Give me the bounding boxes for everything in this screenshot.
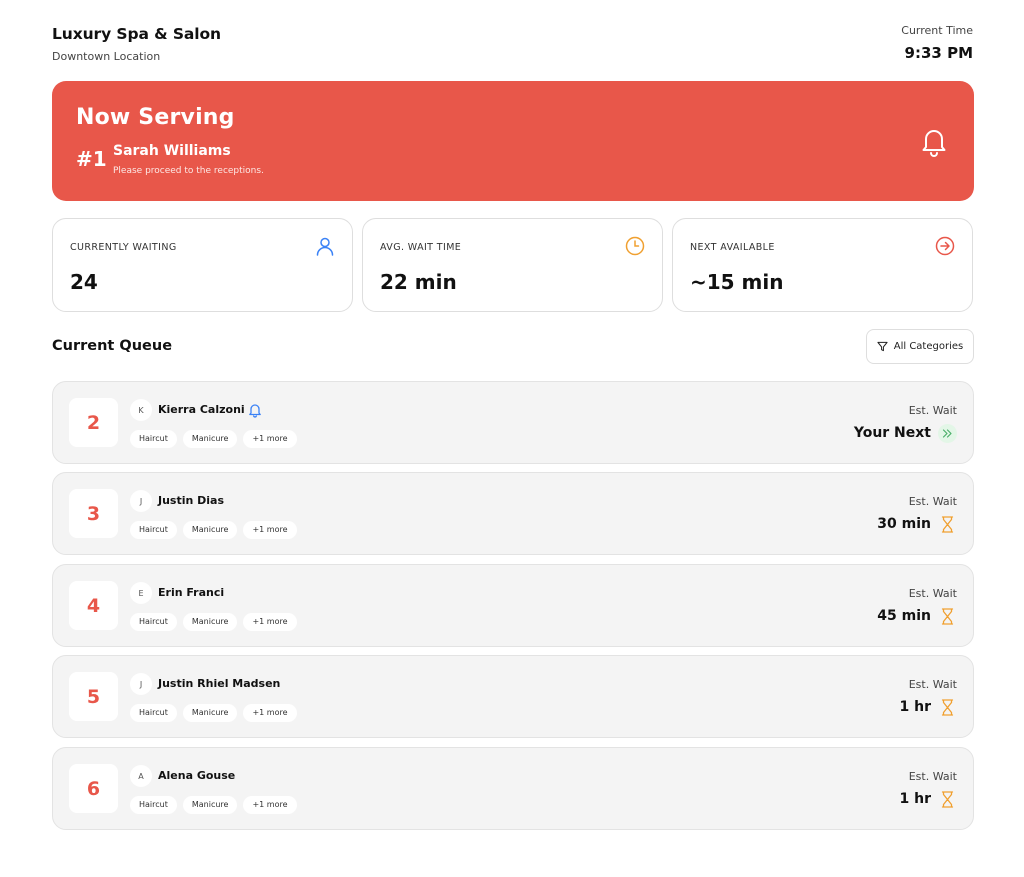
service-tag: Manicure (182, 704, 238, 722)
est-wait-label: Est. Wait (908, 678, 957, 691)
service-tags: Haircut Manicure +1 more (130, 704, 297, 722)
current-time-value: 9:33 PM (904, 44, 973, 62)
now-serving-banner: Now Serving #1 Sarah Williams Please pro… (52, 81, 974, 201)
customer-name: Kierra Calzoni (158, 403, 245, 416)
queue-title: Current Queue (52, 338, 173, 354)
service-tag: Haircut (130, 704, 177, 722)
stat-value: ~15 min (690, 270, 784, 294)
service-tags: Haircut Manicure +1 more (130, 521, 297, 539)
stat-label: NEXT AVAILABLE (690, 242, 775, 253)
queue-row[interactable]: 3 J Justin Dias Haircut Manicure +1 more… (52, 472, 974, 555)
stat-label: CURRENTLY WAITING (70, 242, 177, 253)
hourglass-icon (941, 516, 954, 533)
queue-number: 3 (69, 489, 118, 538)
business-name: Luxury Spa & Salon (52, 25, 221, 43)
user-icon (316, 237, 334, 256)
now-serving-heading: Now Serving (76, 105, 235, 130)
avatar: A (130, 765, 152, 787)
more-services-tag[interactable]: +1 more (243, 613, 297, 631)
stats-row: CURRENTLY WAITING 24 AVG. WAIT TIME 22 m… (52, 218, 974, 312)
hourglass-icon (941, 791, 954, 808)
arrow-right-circle-icon (935, 236, 955, 256)
bell-icon[interactable] (248, 402, 262, 418)
filter-icon (877, 341, 888, 352)
avatar: J (130, 490, 152, 512)
queue-row[interactable]: 6 A Alena Gouse Haircut Manicure +1 more… (52, 747, 974, 830)
stat-card-avg-wait: AVG. WAIT TIME 22 min (362, 218, 663, 312)
service-tag: Manicure (182, 430, 238, 448)
avatar: K (130, 399, 152, 421)
est-wait-value: 1 hr (899, 699, 932, 715)
avatar: E (130, 582, 152, 604)
service-tags: Haircut Manicure +1 more (130, 613, 297, 631)
now-serving-name: Sarah Williams (113, 143, 231, 159)
category-filter-button[interactable]: All Categories (866, 329, 974, 364)
avatar: J (130, 673, 152, 695)
current-time-label: Current Time (901, 24, 973, 37)
customer-name: Justin Dias (158, 494, 225, 507)
hourglass-icon (941, 608, 954, 625)
queue-row[interactable]: 4 E Erin Franci Haircut Manicure +1 more… (52, 564, 974, 647)
est-wait-label: Est. Wait (908, 587, 957, 600)
est-wait-label: Est. Wait (908, 770, 957, 783)
service-tag: Manicure (182, 613, 238, 631)
est-wait-value: 1 hr (899, 791, 932, 807)
hourglass-icon (941, 699, 954, 716)
queue-row[interactable]: 5 J Justin Rhiel Madsen Haircut Manicure… (52, 655, 974, 738)
service-tag: Haircut (130, 521, 177, 539)
queue-number: 6 (69, 764, 118, 813)
now-serving-number: #1 (76, 147, 107, 171)
queue-number: 5 (69, 672, 118, 721)
stat-card-next-available: NEXT AVAILABLE ~15 min (672, 218, 973, 312)
stat-value: 24 (70, 270, 98, 294)
service-tags: Haircut Manicure +1 more (130, 430, 297, 448)
service-tag: Manicure (182, 796, 238, 814)
queue-number: 4 (69, 581, 118, 630)
service-tag: Manicure (182, 521, 238, 539)
more-services-tag[interactable]: +1 more (243, 704, 297, 722)
more-services-tag[interactable]: +1 more (243, 796, 297, 814)
bell-icon[interactable] (920, 125, 948, 157)
service-tag: Haircut (130, 613, 177, 631)
clock-icon (625, 236, 645, 256)
customer-name: Alena Gouse (158, 769, 236, 782)
est-wait-label: Est. Wait (908, 495, 957, 508)
est-wait-label: Est. Wait (908, 404, 957, 417)
service-tag: Haircut (130, 796, 177, 814)
service-tag: Haircut (130, 430, 177, 448)
location-name: Downtown Location (52, 50, 161, 63)
more-services-tag[interactable]: +1 more (243, 521, 297, 539)
queue-number: 2 (69, 398, 118, 447)
chevrons-right-icon (938, 424, 957, 443)
est-wait-value: 30 min (877, 516, 931, 532)
service-tags: Haircut Manicure +1 more (130, 796, 297, 814)
queue-page: Luxury Spa & Salon Downtown Location Cur… (0, 0, 1024, 877)
est-wait-value: Your Next (853, 425, 931, 441)
filter-label: All Categories (893, 341, 964, 352)
now-serving-message: Please proceed to the receptions. (113, 166, 264, 176)
stat-label: AVG. WAIT TIME (380, 242, 462, 253)
queue-row[interactable]: 2 K Kierra Calzoni Haircut Manicure +1 m… (52, 381, 974, 464)
customer-name: Erin Franci (158, 586, 225, 599)
page-header: Luxury Spa & Salon Downtown Location Cur… (52, 24, 973, 68)
customer-name: Justin Rhiel Madsen (158, 677, 281, 690)
est-wait-value: 45 min (877, 608, 931, 624)
stat-card-waiting: CURRENTLY WAITING 24 (52, 218, 353, 312)
more-services-tag[interactable]: +1 more (243, 430, 297, 448)
stat-value: 22 min (380, 270, 457, 294)
